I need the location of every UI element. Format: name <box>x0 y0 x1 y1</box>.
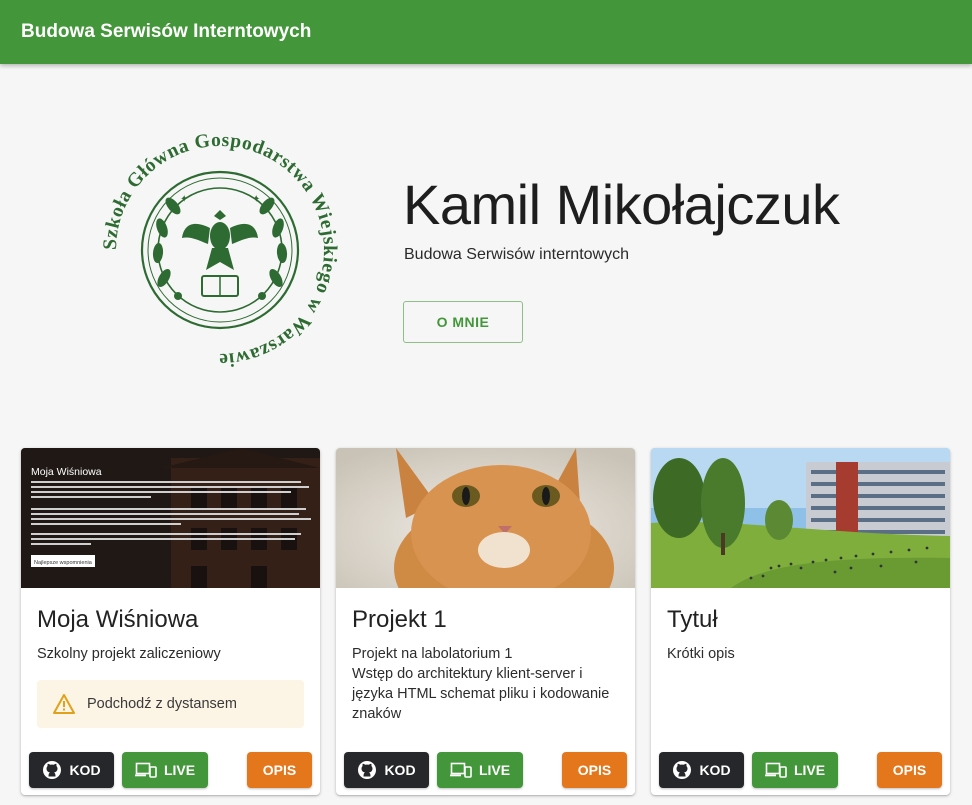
devices-icon <box>449 762 472 778</box>
card-description: Krótki opis <box>667 646 735 662</box>
card-actions: KOD LIVE OPIS <box>659 752 942 788</box>
card-title: Tytuł <box>667 606 718 633</box>
warning-icon <box>53 694 75 714</box>
github-icon <box>673 761 692 779</box>
card-title: Moja Wiśniowa <box>37 606 199 633</box>
card-image <box>651 448 950 588</box>
alert-text: Podchodź z dystansem <box>87 696 237 712</box>
svg-text:✦: ✦ <box>180 194 188 205</box>
app-bar: Budowa Serwisów Interntowych <box>0 0 972 64</box>
description-button[interactable]: OPIS <box>562 752 627 788</box>
card-description: Projekt na labolatorium 1 Wstęp do archi… <box>352 646 610 722</box>
app-title[interactable]: Budowa Serwisów Interntowych <box>21 21 311 43</box>
thumb-button: Najlepsze wspomnienia <box>34 560 93 566</box>
code-button[interactable]: KOD <box>344 752 429 788</box>
card-image: Moja Wiśniowa Najlepsze wspomnienia <box>21 448 320 588</box>
live-button[interactable]: LIVE <box>752 752 838 788</box>
live-button-label: LIVE <box>163 762 196 778</box>
card-actions: KOD LIVE OPIS <box>344 752 627 788</box>
github-icon <box>43 761 62 779</box>
card-title: Projekt 1 <box>352 606 447 633</box>
card-description: Szkolny projekt zaliczeniowy <box>37 646 221 662</box>
code-button[interactable]: KOD <box>659 752 744 788</box>
devices-icon <box>764 762 787 778</box>
live-button-label: LIVE <box>793 762 826 778</box>
live-button[interactable]: LIVE <box>437 752 523 788</box>
devices-icon <box>134 762 157 778</box>
card-image <box>336 448 635 588</box>
project-card: Projekt 1 Projekt na labolatorium 1 Wstę… <box>336 448 635 795</box>
warning-alert: Podchodź z dystansem <box>37 680 304 728</box>
thumb-heading: Moja Wiśniowa <box>31 466 102 478</box>
card-actions: KOD LIVE OPIS <box>29 752 312 788</box>
description-button[interactable]: OPIS <box>877 752 942 788</box>
project-card: Moja Wiśniowa Najlepsze wspomnienia Moja… <box>21 448 320 795</box>
code-button[interactable]: KOD <box>29 752 114 788</box>
hero-name: Kamil Mikołajczuk <box>403 173 840 236</box>
code-button-label: KOD <box>384 762 416 778</box>
description-button[interactable]: OPIS <box>247 752 312 788</box>
live-button[interactable]: LIVE <box>122 752 208 788</box>
about-me-button[interactable]: O MNIE <box>403 301 523 343</box>
hero-subtitle: Budowa Serwisów interntowych <box>404 246 629 263</box>
project-card: Tytuł Krótki opis KOD LIVE OPIS <box>651 448 950 795</box>
sggw-logo: ✦ ✦ Szkoła Główna Gospodarstwa Wiejskieg… <box>100 130 340 370</box>
svg-text:✦: ✦ <box>252 194 260 205</box>
live-button-label: LIVE <box>478 762 511 778</box>
github-icon <box>358 761 377 779</box>
code-button-label: KOD <box>69 762 101 778</box>
code-button-label: KOD <box>699 762 731 778</box>
